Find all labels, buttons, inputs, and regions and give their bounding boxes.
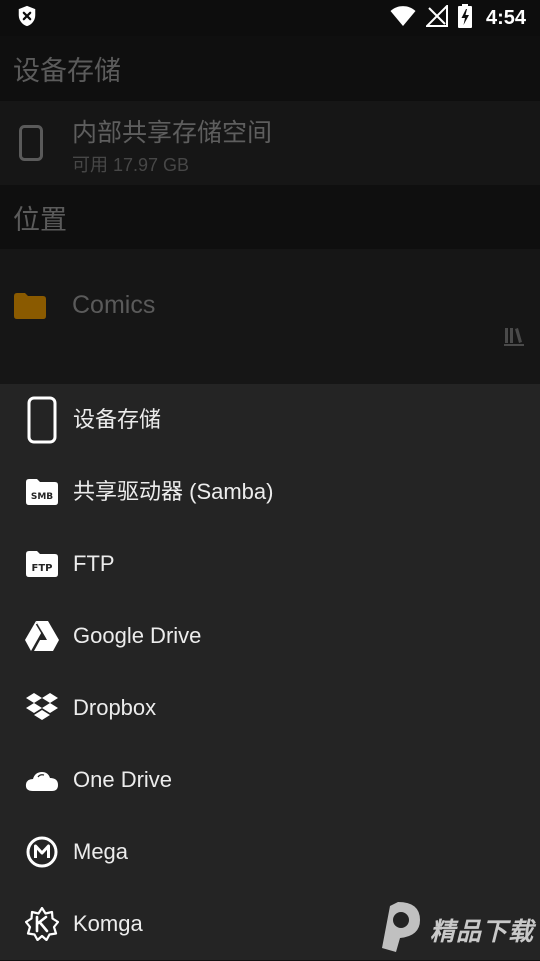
menu-item-label: One Drive <box>73 767 173 792</box>
menu-item-label: 共享驱动器 (Samba) <box>73 479 274 504</box>
battery-charging-icon <box>457 3 472 33</box>
mega-icon <box>22 832 62 872</box>
menu-item-label: 设备存储 <box>73 407 162 432</box>
menu-item-google-drive[interactable]: Google Drive <box>0 600 540 672</box>
status-bar: 4:54 <box>0 0 540 36</box>
ftp-icon: FTP <box>22 544 62 584</box>
no-signal-icon <box>424 3 448 32</box>
watermark-logo-icon <box>372 898 426 961</box>
google-drive-icon <box>22 616 62 656</box>
section-header-locations: 位置 <box>0 185 540 249</box>
svg-text:FTP: FTP <box>32 563 53 574</box>
smb-icon: SMB <box>22 472 62 512</box>
menu-item-mega[interactable]: Mega <box>0 816 540 888</box>
menu-item-label: Mega <box>73 839 129 864</box>
svg-text:SMB: SMB <box>31 492 53 502</box>
library-icon[interactable] <box>503 325 525 352</box>
wifi-icon <box>390 5 416 32</box>
menu-item-onedrive[interactable]: One Drive <box>0 744 540 816</box>
phone-icon <box>22 396 62 444</box>
shield-notification-icon <box>16 5 38 32</box>
watermark-text: 精品下载 <box>430 917 535 946</box>
menu-item-label: FTP <box>73 551 115 576</box>
watermark: 精品下载 <box>372 898 534 961</box>
menu-item-label: Komga <box>73 911 143 936</box>
folder-row-comics[interactable]: Comics <box>0 249 540 384</box>
folder-label: Comics <box>72 291 156 319</box>
folder-icon <box>14 293 46 324</box>
background-page: 设备存储 内部共享存储空间 可用 17.97 GB 位置 Comics <box>0 36 540 384</box>
onedrive-icon <box>22 760 62 800</box>
storage-free-space: 可用 17.97 GB <box>72 155 190 175</box>
menu-item-ftp[interactable]: FTP FTP <box>0 528 540 600</box>
dropbox-icon <box>22 688 62 728</box>
internal-storage-row[interactable]: 内部共享存储空间 可用 17.97 GB <box>0 101 540 185</box>
menu-item-label: Google Drive <box>73 623 202 648</box>
section-header-device-storage: 设备存储 <box>0 36 540 100</box>
menu-item-samba[interactable]: SMB 共享驱动器 (Samba) <box>0 456 540 528</box>
menu-item-device-storage[interactable]: 设备存储 <box>0 384 540 456</box>
phone-icon <box>19 125 43 166</box>
storage-picker-sheet: 设备存储 SMB 共享驱动器 (Samba) FTP FTP Google Dr… <box>0 384 540 960</box>
storage-title: 内部共享存储空间 <box>72 119 273 147</box>
status-time: 4:54 <box>485 6 526 29</box>
menu-item-label: Dropbox <box>73 695 157 720</box>
komga-icon <box>22 904 62 944</box>
menu-item-dropbox[interactable]: Dropbox <box>0 672 540 744</box>
